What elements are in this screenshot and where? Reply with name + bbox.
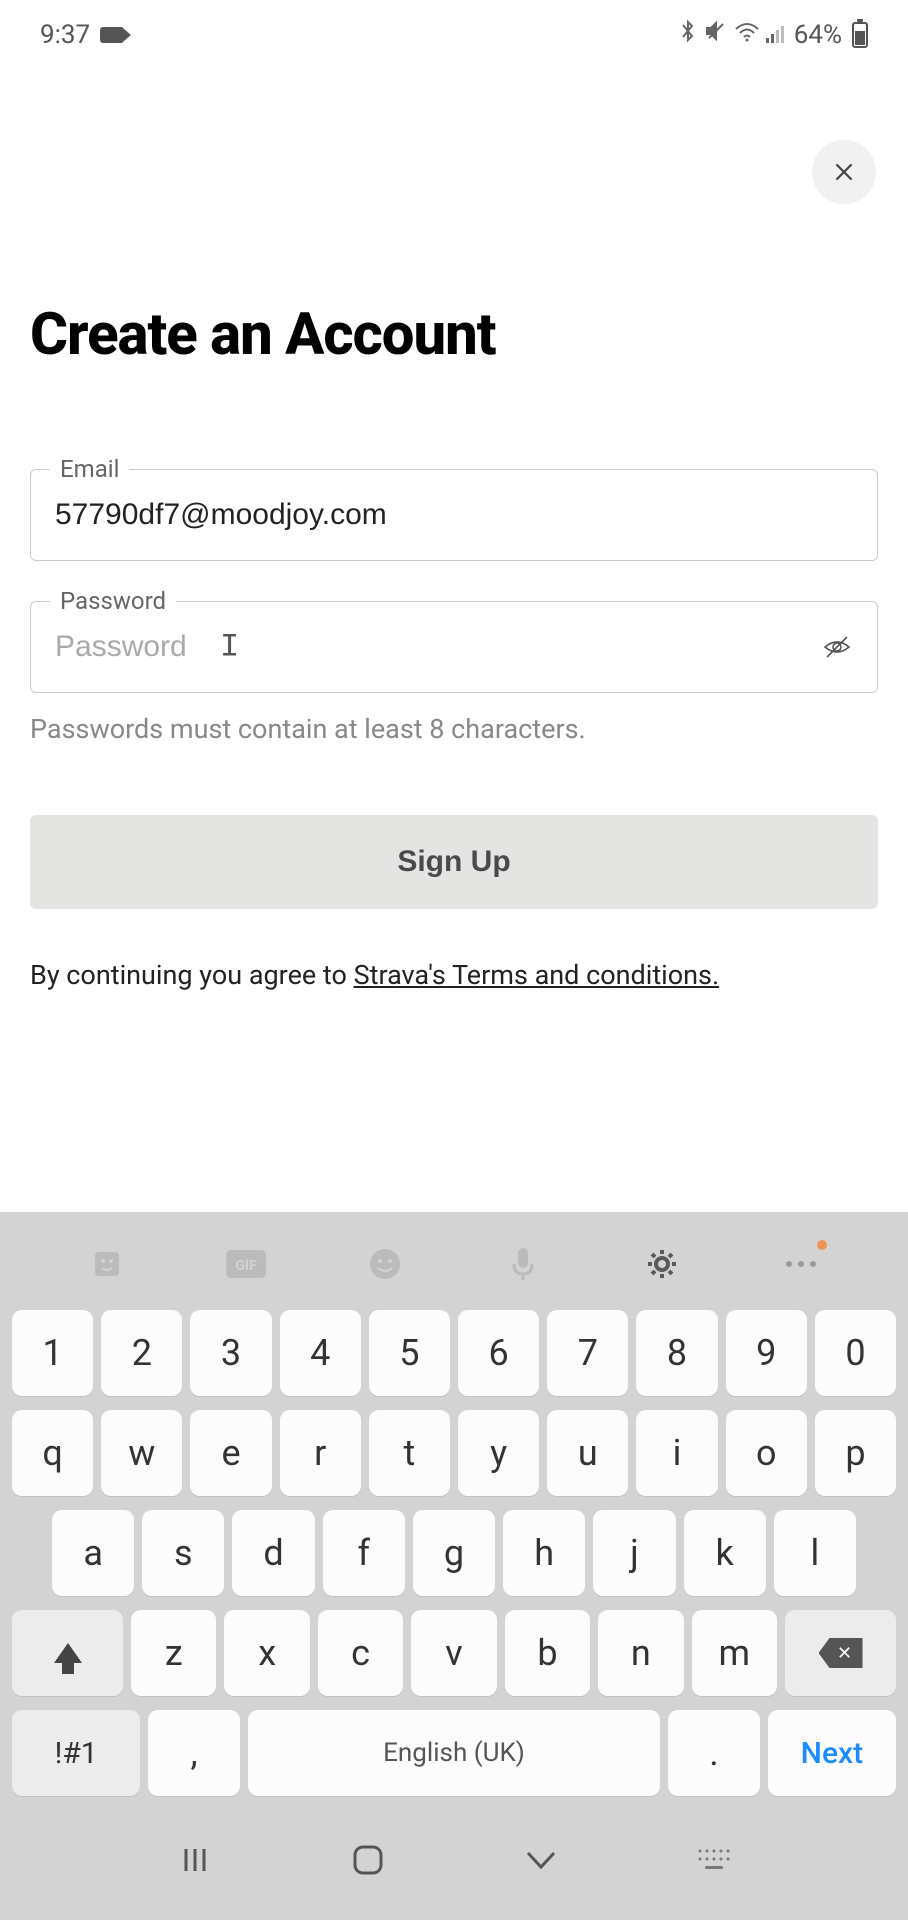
email-input[interactable] (30, 469, 878, 561)
close-icon (831, 159, 857, 185)
key-2[interactable]: 2 (101, 1310, 182, 1396)
keyboard-row-numbers: 1 2 3 4 5 6 7 8 9 0 (8, 1310, 900, 1396)
key-4[interactable]: 4 (280, 1310, 361, 1396)
close-button[interactable] (812, 140, 876, 204)
status-time: 9:37 (40, 20, 90, 50)
key-e[interactable]: e (190, 1410, 271, 1496)
battery-icon (852, 22, 868, 48)
key-p[interactable]: p (815, 1410, 896, 1496)
key-7[interactable]: 7 (547, 1310, 628, 1396)
text-cursor-icon: I (220, 629, 239, 666)
key-9[interactable]: 9 (726, 1310, 807, 1396)
nav-home-button[interactable] (348, 1840, 388, 1880)
key-shift[interactable] (12, 1610, 123, 1696)
backspace-icon: ✕ (819, 1638, 863, 1668)
nav-recents-button[interactable] (175, 1840, 215, 1880)
key-l[interactable]: l (774, 1510, 856, 1596)
voice-input-button[interactable] (503, 1244, 543, 1284)
key-m[interactable]: m (692, 1610, 777, 1696)
key-y[interactable]: y (458, 1410, 539, 1496)
nav-keyboard-switch-button[interactable] (694, 1840, 734, 1880)
email-field-wrapper: Email (30, 469, 878, 561)
keyboard-more-button[interactable] (781, 1244, 821, 1284)
password-helper-text: Passwords must contain at least 8 charac… (30, 713, 878, 745)
key-space[interactable]: English (UK) (248, 1710, 660, 1796)
key-symbols[interactable]: !#1 (12, 1710, 140, 1796)
keyboard-row-1: q w e r t y u i o p (8, 1410, 900, 1496)
key-i[interactable]: i (636, 1410, 717, 1496)
key-k[interactable]: k (684, 1510, 766, 1596)
terms-text: By continuing you agree to Strava's Term… (30, 959, 878, 991)
video-recording-icon (100, 27, 124, 43)
key-u[interactable]: u (547, 1410, 628, 1496)
key-o[interactable]: o (726, 1410, 807, 1496)
key-6[interactable]: 6 (458, 1310, 539, 1396)
key-comma[interactable]: , (148, 1710, 240, 1796)
key-q[interactable]: q (12, 1410, 93, 1496)
soft-keyboard: GIF 1 2 3 4 5 6 7 8 9 0 q w e r t y u (0, 1212, 908, 1920)
key-period[interactable]: . (668, 1710, 760, 1796)
key-b[interactable]: b (505, 1610, 590, 1696)
key-r[interactable]: r (280, 1410, 361, 1496)
key-x[interactable]: x (224, 1610, 309, 1696)
sticker-button[interactable] (87, 1244, 127, 1284)
nav-back-button[interactable] (521, 1840, 561, 1880)
page-title: Create an Account (30, 301, 878, 369)
bluetooth-icon (678, 18, 698, 51)
keyboard-row-bottom: !#1 , English (UK) . Next (8, 1710, 900, 1796)
sign-up-button[interactable]: Sign Up (30, 815, 878, 909)
key-f[interactable]: f (323, 1510, 405, 1596)
key-v[interactable]: v (411, 1610, 496, 1696)
gif-button[interactable]: GIF (226, 1244, 266, 1284)
terms-link[interactable]: Strava's Terms and conditions. (354, 959, 720, 991)
key-g[interactable]: g (413, 1510, 495, 1596)
key-w[interactable]: w (101, 1410, 182, 1496)
keyboard-settings-button[interactable] (642, 1244, 682, 1284)
key-backspace[interactable]: ✕ (785, 1610, 896, 1696)
system-nav-bar (8, 1810, 900, 1900)
password-field-wrapper: Password I (30, 601, 878, 693)
battery-percentage: 64% (794, 20, 842, 50)
key-3[interactable]: 3 (190, 1310, 271, 1396)
key-t[interactable]: t (369, 1410, 450, 1496)
wifi-icon (734, 20, 760, 50)
keyboard-row-2: a s d f g h j k l (8, 1510, 900, 1596)
shift-icon (54, 1643, 82, 1663)
key-a[interactable]: a (52, 1510, 134, 1596)
key-h[interactable]: h (503, 1510, 585, 1596)
key-n[interactable]: n (598, 1610, 683, 1696)
key-j[interactable]: j (593, 1510, 675, 1596)
mute-icon (704, 19, 728, 50)
eye-off-icon (821, 631, 853, 663)
key-d[interactable]: d (232, 1510, 314, 1596)
key-z[interactable]: z (131, 1610, 216, 1696)
key-5[interactable]: 5 (369, 1310, 450, 1396)
key-1[interactable]: 1 (12, 1310, 93, 1396)
key-8[interactable]: 8 (636, 1310, 717, 1396)
keyboard-toolbar: GIF (8, 1232, 900, 1310)
key-0[interactable]: 0 (815, 1310, 896, 1396)
keyboard-row-3: z x c v b n m ✕ (8, 1610, 900, 1696)
key-s[interactable]: s (142, 1510, 224, 1596)
toggle-password-visibility-button[interactable] (820, 630, 854, 664)
notification-dot-icon (817, 1240, 827, 1250)
svg-text:GIF: GIF (235, 1258, 257, 1274)
emoji-button[interactable] (365, 1244, 405, 1284)
key-next[interactable]: Next (768, 1710, 896, 1796)
key-c[interactable]: c (318, 1610, 403, 1696)
password-label: Password (50, 587, 176, 615)
signal-icon (766, 20, 788, 50)
status-bar: 9:37 64% (0, 0, 908, 61)
email-label: Email (50, 455, 129, 483)
